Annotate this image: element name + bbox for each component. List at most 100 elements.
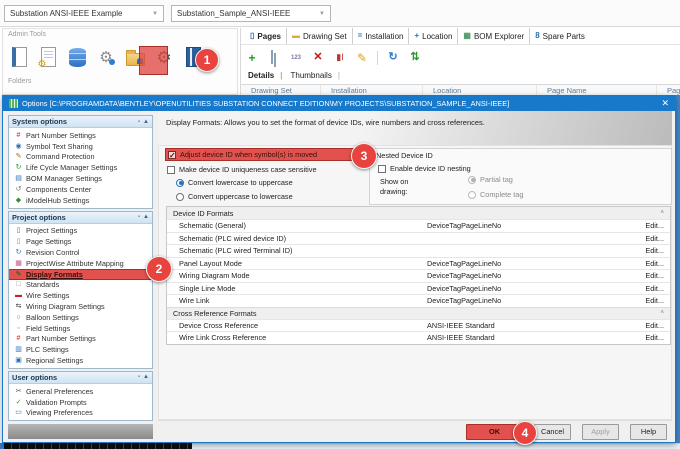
tab-location[interactable]: + Location (408, 28, 457, 44)
tab-pages[interactable]: ▯ Pages (245, 28, 286, 44)
apply-button[interactable]: Apply (582, 423, 619, 440)
table-row-wiring-diagram-mode[interactable]: Wiring Diagram Mode DeviceTagPageLineNo Ed… (167, 269, 670, 282)
table-row-wire-link[interactable]: Wire Link DeviceTagPageLineNo Edit... (167, 294, 670, 307)
adjust-device-id-label: Adjust device ID when symbol(s) is moved (180, 150, 318, 159)
sidebar-section-header[interactable]: Project options ▪ ▲ (9, 211, 152, 224)
view-tab-details[interactable]: Details (244, 71, 286, 80)
sidebar-item-life-cycle-manager-settings[interactable]: ↻ Life Cycle Manager Settings (9, 162, 152, 173)
close-icon[interactable]: ✕ (661, 98, 669, 109)
radio-disabled-selected-icon[interactable] (468, 175, 476, 184)
table-row-schematic-plc-wired-device-id[interactable]: Schematic (PLC wired device ID) Edit... (167, 231, 670, 245)
table-row-single-line-mode[interactable]: Single Line Mode DeviceTagPageLineNo Edit.… (167, 281, 670, 295)
add-page-icon[interactable]: + (245, 52, 259, 64)
complete-tag-label: Complete tag (480, 190, 524, 199)
sidebar-section-header[interactable]: System options ▪ ▲ (9, 116, 152, 128)
complete-tag-radio-row[interactable]: Complete tag (468, 190, 523, 199)
rename-icon[interactable]: ▮I (333, 53, 347, 62)
view-tab-thumbnails[interactable]: Thumbnails (286, 71, 343, 80)
edit-link[interactable]: Edit... (645, 321, 670, 330)
sidebar-item-wire-settings[interactable]: ▬ Wire Settings (9, 290, 152, 301)
sidebar-item-part-number-settings[interactable]: # Part Number Settings (9, 334, 152, 345)
refresh-icon[interactable]: ↻ (386, 52, 400, 63)
admin-tool-notebook-icon[interactable] (7, 43, 31, 72)
drawing-selector[interactable]: Substation_Sample_ANSI-IEEE ▼ (171, 5, 331, 22)
table-section-device-id-formats[interactable]: Device ID Formats ˄ (167, 207, 670, 219)
sidebar-item-standards[interactable]: □ Standards (9, 280, 152, 291)
uppercase-to-lowercase-radio-row[interactable]: Convert uppercase to lowercase (176, 192, 293, 201)
sidebar-item-page-settings[interactable]: ▯ Page Settings (9, 236, 152, 247)
sidebar-item-symbol-text-sharing[interactable]: ◉ Symbol Text Sharing (9, 141, 152, 152)
sidebar-item-field-settings[interactable]: ▫ Field Settings (9, 323, 152, 334)
sidebar-item-display-formats[interactable]: ✎ Display Formats (9, 268, 152, 280)
collapse-icon[interactable]: ˄ (660, 310, 664, 316)
help-button[interactable]: Help (630, 423, 667, 440)
lowercase-to-uppercase-radio-row[interactable]: Convert lowercase to uppercase (176, 178, 293, 187)
radio-unselected-icon[interactable] (176, 192, 184, 201)
project-selector[interactable]: Substation ANSI-IEEE Example ▼ (4, 5, 164, 22)
tab-installation[interactable]: = Installation (351, 28, 409, 44)
edit-link[interactable]: Edit... (645, 333, 670, 342)
grid-header-installation[interactable]: Installation (321, 85, 423, 95)
collapse-icon[interactable]: ▲ (143, 119, 149, 125)
sidebar-item-command-protection[interactable]: ✎ Command Protection (9, 152, 152, 163)
format-name: Schematic (PLC wired Terminal ID) (179, 246, 293, 256)
tab-spare-parts[interactable]: 8 Spare Parts (529, 28, 590, 44)
table-row-device-cross-reference[interactable]: Device Cross Reference ANSI-IEEE Standard… (167, 318, 670, 332)
checkbox-unchecked-icon[interactable] (378, 164, 386, 173)
edit-link[interactable]: Edit... (645, 296, 670, 305)
radio-disabled-icon[interactable] (468, 190, 476, 199)
table-row-schematic-general[interactable]: Schematic (General) DeviceTagPageLineNo Ed… (167, 219, 670, 232)
collapse-icon[interactable]: ▲ (143, 374, 149, 380)
edit-link[interactable]: Edit... (645, 234, 670, 243)
radio-selected-icon[interactable] (176, 178, 184, 187)
edit-link[interactable]: Edit... (645, 284, 670, 293)
enable-nesting-checkbox-row[interactable]: Enable device ID nesting (378, 164, 471, 173)
copy-pages-icon[interactable] (267, 50, 281, 64)
tab-bom-explorer[interactable]: ▦ BOM Explorer (457, 28, 529, 44)
grid-header-page-name[interactable]: Page Name (537, 85, 657, 95)
sidebar-item-imodelhub-settings[interactable]: ◆ iModelHub Settings (9, 195, 152, 206)
sidebar-section-header[interactable]: User options ▪ ▲ (9, 371, 152, 384)
page-description: Display Formats: Allows you to set the f… (158, 111, 672, 145)
sidebar-item-wiring-diagram-settings[interactable]: ⇆ Wiring Diagram Settings (9, 301, 152, 312)
case-sensitive-checkbox-row[interactable]: Make device ID uniqueness case sensitive (167, 165, 317, 174)
edit-icon[interactable]: ✎ (355, 52, 369, 64)
table-row-panel-layout-mode[interactable]: Panel Layout Mode DeviceTagPageLineNo Edit… (167, 256, 670, 270)
table-section-cross-reference-formats[interactable]: Cross Reference Formats ˄ (167, 306, 670, 319)
sidebar-item-general-preferences[interactable]: ✂ General Preferences (9, 386, 152, 397)
checkbox-checked-icon[interactable]: ✓ (168, 150, 176, 159)
partial-tag-radio-row[interactable]: Partial tag (468, 175, 513, 184)
edit-link[interactable]: Edit... (645, 221, 670, 230)
sidebar-item-balloon-settings[interactable]: ○ Balloon Settings (9, 312, 152, 323)
delete-icon[interactable]: ✕ (311, 52, 325, 63)
admin-tool-database-icon[interactable] (65, 43, 89, 72)
admin-tool-system-info-icon[interactable]: ⚙ (94, 43, 118, 72)
sidebar-item-project-settings[interactable]: ▯ Project Settings (9, 226, 152, 237)
sync-icon[interactable]: ⇅ (408, 52, 422, 63)
checkbox-unchecked-icon[interactable] (167, 165, 175, 174)
sidebar-item-revision-control[interactable]: ↻ Revision Control (9, 247, 152, 258)
edit-link[interactable]: Edit... (645, 271, 670, 280)
grid-header-page-mod[interactable]: Page Mod (657, 85, 680, 95)
sidebar-item-part-number-settings[interactable]: # Part Number Settings (9, 130, 152, 141)
sidebar-item-projectwise-attribute-mapping[interactable]: ▦ ProjectWise Attribute Mapping (9, 258, 152, 269)
sidebar-item-bom-manager-settings[interactable]: ▤ BOM Manager Settings (9, 173, 152, 184)
cancel-button[interactable]: Cancel (534, 423, 571, 440)
table-row-wire-link-cross-reference[interactable]: Wire Link Cross Reference ANSI-IEEE Stand… (167, 331, 670, 344)
collapse-icon[interactable]: ˄ (660, 210, 664, 216)
sidebar-item-regional-settings[interactable]: ▣ Regional Settings (9, 355, 152, 366)
edit-link[interactable]: Edit... (645, 246, 670, 255)
admin-tool-report-gear-icon[interactable] (36, 43, 60, 72)
sidebar-item-plc-settings[interactable]: ▥ PLC Settings (9, 344, 152, 355)
sidebar-item-validation-prompts[interactable]: ✓ Validation Prompts (9, 397, 152, 408)
collapse-icon[interactable]: ▲ (143, 214, 149, 220)
table-row-schematic-plc-wired-terminal-id[interactable]: Schematic (PLC wired Terminal ID) Edit... (167, 244, 670, 257)
sidebar-item-components-center[interactable]: ↺ Components Center (9, 184, 152, 195)
grid-header-location[interactable]: Location (423, 85, 537, 95)
renumber-pages-icon[interactable]: 123 (289, 55, 303, 61)
tab-drawing-set[interactable]: ▬ Drawing Set (285, 28, 352, 44)
grid-header-drawing-set[interactable]: Drawing Set (241, 85, 321, 95)
adjust-device-id-checkbox-row[interactable]: ✓ Adjust device ID when symbol(s) is mov… (165, 148, 363, 161)
sidebar-item-viewing-preferences[interactable]: ▭ Viewing Preferences (9, 408, 152, 419)
edit-link[interactable]: Edit... (645, 259, 670, 268)
